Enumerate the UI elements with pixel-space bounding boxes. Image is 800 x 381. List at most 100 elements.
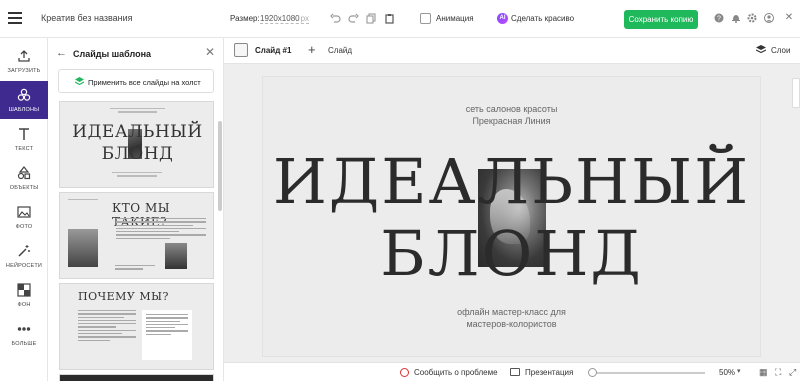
tool-rail: ЗАГРУЗИТЬ ШАБЛОНЫ ТЕКСТ ОБЪЕКТЫ ФОТО НЕЙ…: [0, 38, 48, 381]
size-value[interactable]: 1920x1080px: [260, 14, 310, 24]
paste-icon[interactable]: [384, 13, 395, 24]
rail-item-upload[interactable]: ЗАГРУЗИТЬ: [0, 42, 48, 80]
menu-icon[interactable]: [8, 12, 22, 24]
apply-all-slides-button[interactable]: Применить все слайды на холст: [58, 69, 214, 93]
svg-text:?: ?: [717, 16, 721, 23]
app: Креатив без названия Размер: 1920x1080px…: [0, 0, 800, 381]
report-icon[interactable]: [400, 368, 409, 377]
thumb-subtitle: [112, 172, 162, 179]
apply-icon: [75, 77, 84, 86]
rail-item-templates[interactable]: ШАБЛОНЫ: [0, 81, 48, 119]
template-slide-2[interactable]: КТО МЫ ТАКИЕ?: [59, 192, 214, 279]
plus-icon[interactable]: +: [308, 43, 316, 56]
thumb-caption: [68, 199, 98, 202]
slide-subtitle-bottom[interactable]: офлайн мастер-класс для мастеров-колорис…: [263, 306, 760, 330]
zoom-level[interactable]: 50%: [719, 368, 735, 377]
bottom-bar: Сообщить о проблеме Презентация 50% ▾ ▦ …: [224, 362, 800, 381]
gear-icon[interactable]: [747, 13, 757, 23]
add-slide-button[interactable]: Слайд: [328, 46, 352, 55]
thumb-caption: [110, 108, 165, 115]
copy-icon[interactable]: [366, 13, 377, 24]
rail-item-more[interactable]: БОЛЬШЕ: [0, 315, 48, 353]
slide-canvas[interactable]: сеть салонов красоты Прекрасная Линия ИД…: [263, 77, 760, 356]
account-icon[interactable]: [764, 13, 774, 23]
thumb-photo: [68, 229, 98, 267]
size-unit: px: [300, 14, 310, 23]
expand-icon[interactable]: ⛶: [775, 368, 781, 377]
text-icon: [19, 128, 29, 140]
current-slide-thumbnail[interactable]: [234, 43, 248, 57]
templates-panel: ← Слайды шаблона ✕ Применить все слайды …: [48, 38, 224, 381]
template-slide-3[interactable]: ПОЧЕМУ МЫ?: [59, 283, 214, 370]
event-text: офлайн мастер-класс для: [457, 307, 566, 317]
rail-item-objects[interactable]: ОБЪЕКТЫ: [0, 159, 48, 197]
canvas-area: Слайд #1 + Слайд Слои сеть салонов красо…: [224, 38, 800, 381]
report-problem-button[interactable]: Сообщить о проблеме: [414, 368, 498, 377]
panel-scrollbar[interactable]: [218, 121, 222, 211]
slide-title-line2[interactable]: БЛОНД: [263, 219, 760, 289]
undo-icon[interactable]: [330, 13, 341, 24]
background-icon: [17, 283, 31, 297]
upload-icon: [18, 50, 30, 62]
salon-network-text: сеть салонов красоты: [465, 104, 558, 114]
thumb-title: ПОЧЕМУ МЫ?: [78, 290, 169, 303]
size-label: Размер:: [230, 14, 260, 23]
template-slide-1[interactable]: ИДЕАЛЬНЫЙ БЛОНД: [59, 101, 214, 188]
thumb-caption: [115, 265, 155, 272]
animation-checkbox[interactable]: [420, 13, 431, 24]
close-icon[interactable]: ✕: [784, 13, 794, 23]
size-number: 1920x1080: [260, 14, 300, 23]
thumb-title-line2: БЛОНД: [101, 144, 174, 164]
rail-label-text: ТЕКСТ: [14, 146, 34, 152]
slide-title-line1[interactable]: ИДЕАЛЬНЫЙ: [263, 147, 760, 217]
salon-name-text: Прекрасная Линия: [472, 116, 551, 126]
side-handle[interactable]: [792, 78, 800, 108]
grid-icon[interactable]: ▦: [759, 368, 768, 377]
rail-item-background[interactable]: ФОН: [0, 276, 48, 314]
fit-icon[interactable]: ⤢: [789, 368, 796, 377]
template-slide-4[interactable]: [59, 374, 214, 381]
top-bar: Креатив без названия Размер: 1920x1080px…: [0, 0, 800, 38]
zoom-slider-handle[interactable]: [588, 368, 597, 377]
rail-label-ai: НЕЙРОСЕТИ: [5, 263, 43, 269]
slide-name[interactable]: Слайд #1: [255, 46, 291, 55]
apply-all-slides-label: Применить все слайды на холст: [88, 78, 201, 87]
more-icon: [17, 327, 31, 331]
rail-label-templates: ШАБЛОНЫ: [8, 107, 40, 113]
magic-wand-icon: [18, 245, 30, 257]
animation-label: Анимация: [436, 14, 474, 23]
rail-label-background: ФОН: [17, 302, 31, 308]
thumb-body-text: [116, 218, 206, 241]
help-icon[interactable]: ?: [714, 13, 724, 23]
thumb-text-box: [142, 310, 192, 360]
document-title[interactable]: Креатив без названия: [41, 13, 133, 23]
presentation-button[interactable]: Презентация: [525, 368, 573, 377]
chevron-down-icon[interactable]: ▾: [737, 367, 741, 375]
save-copy-button[interactable]: Сохранить копию: [624, 10, 698, 29]
bell-icon[interactable]: [731, 13, 741, 23]
thumb-title-line1: ИДЕАЛЬНЫЙ: [72, 122, 203, 142]
rail-item-photo[interactable]: ФОТО: [0, 198, 48, 236]
layers-icon[interactable]: [756, 45, 766, 55]
slide-subtitle-top[interactable]: сеть салонов красоты Прекрасная Линия: [263, 103, 760, 127]
templates-icon: [17, 88, 31, 101]
rail-label-more: БОЛЬШЕ: [11, 341, 37, 347]
slide-bar: Слайд #1 + Слайд Слои: [224, 38, 800, 64]
presentation-icon[interactable]: [510, 368, 520, 376]
close-panel-icon[interactable]: ✕: [205, 45, 215, 59]
zoom-slider[interactable]: [590, 372, 705, 374]
layers-button[interactable]: Слои: [771, 46, 790, 55]
thumb-photo: [165, 243, 187, 269]
rail-item-text[interactable]: ТЕКСТ: [0, 120, 48, 158]
panel-title: Слайды шаблона: [73, 49, 152, 59]
redo-icon[interactable]: [348, 13, 359, 24]
shapes-icon: [17, 166, 31, 180]
back-arrow-icon[interactable]: ←: [56, 47, 67, 59]
rail-label-upload: ЗАГРУЗИТЬ: [7, 68, 41, 74]
ai-icon[interactable]: AI: [497, 13, 508, 24]
rail-label-objects: ОБЪЕКТЫ: [9, 185, 39, 191]
thumb-body-text: [78, 310, 136, 343]
image-icon: [17, 206, 31, 218]
rail-item-ai[interactable]: НЕЙРОСЕТИ: [0, 237, 48, 275]
make-beautiful-button[interactable]: Сделать красиво: [511, 14, 574, 23]
